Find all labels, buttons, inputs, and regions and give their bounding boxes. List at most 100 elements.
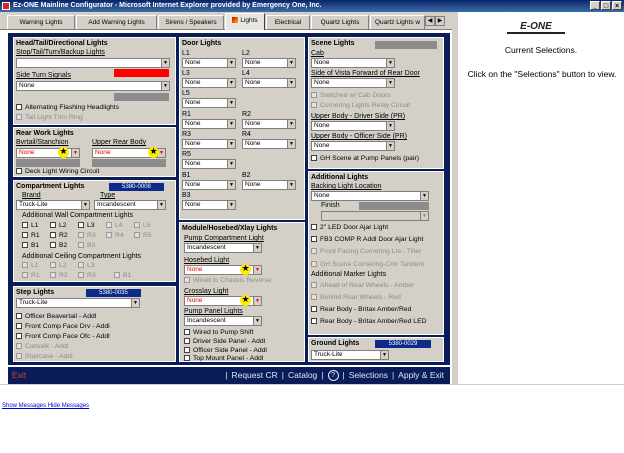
- door-lights-panel: Door Lights L1 L2 None ▼ None ▼ L3 L4 None…: [179, 37, 305, 220]
- ceil-r3-checkbox[interactable]: R3: [78, 272, 96, 280]
- upper-drv-select[interactable]: None ▼: [311, 121, 395, 131]
- module-item-checkbox[interactable]: Wired to Pump Shift: [184, 329, 253, 337]
- wall-b1-checkbox[interactable]: B1: [22, 242, 39, 250]
- wall-r3-checkbox[interactable]: R3: [78, 232, 96, 240]
- brand-select[interactable]: Truck-Lite ▼: [16, 200, 90, 210]
- door-b2-select[interactable]: None ▼: [242, 180, 296, 190]
- tab-scroll-left-button[interactable]: ◀: [425, 16, 435, 26]
- marker-item-checkbox[interactable]: Rear Body - Britax Amber/Red: [311, 306, 411, 314]
- door-l2-select[interactable]: None ▼: [242, 58, 296, 68]
- tab-scroll-right-button[interactable]: ▶: [435, 16, 445, 26]
- ceil-b1-checkbox[interactable]: B1: [114, 272, 131, 280]
- wall-l1-checkbox[interactable]: L1: [22, 222, 39, 230]
- ceil-l1-checkbox[interactable]: L1: [22, 262, 39, 270]
- tab-warning-lights[interactable]: Warning Lights: [7, 15, 75, 29]
- tab-add-warning-lights[interactable]: Add Warning Lights: [76, 15, 157, 29]
- module-item-checkbox[interactable]: Driver Side Panel - Addl: [184, 338, 265, 346]
- cab-select[interactable]: None ▼: [311, 58, 395, 68]
- additional-item-checkbox[interactable]: FB3 COMP R Addl Door Ajar Light: [311, 236, 423, 244]
- finish-bar: [359, 202, 429, 210]
- backing-select[interactable]: None ▼: [311, 191, 429, 201]
- catalog-link[interactable]: Catalog: [288, 367, 317, 384]
- finish-select[interactable]: ▼: [321, 211, 429, 221]
- wall-b2-checkbox[interactable]: B2: [50, 242, 67, 250]
- ceil-r1-checkbox[interactable]: R1: [22, 272, 40, 280]
- door-r2-select[interactable]: None ▼: [242, 119, 296, 129]
- door-l3-select[interactable]: None ▼: [182, 78, 236, 88]
- additional-item-label: GH Scene Cornering-Cntr Tandem: [320, 261, 425, 268]
- tab-quartz-lights[interactable]: Quartz Lights: [311, 15, 369, 29]
- deck-light-checkbox[interactable]: Deck Light Wiring Circuit: [16, 168, 99, 176]
- exit-link[interactable]: Exit: [12, 367, 26, 384]
- additional-item-checkbox[interactable]: GH Scene Cornering-Cntr Tandem: [311, 261, 424, 269]
- show-messages-link[interactable]: Show Messages: [2, 403, 46, 409]
- step-lights-select[interactable]: Truck-Lite ▼: [16, 298, 140, 308]
- tab-sirens-speakers[interactable]: Sirens / Speakers: [158, 15, 224, 29]
- gh-scene-checkbox[interactable]: GH Scene at Pump Panels (pair): [311, 155, 419, 163]
- wall-l2-checkbox[interactable]: L2: [50, 222, 67, 230]
- bvrtail-select[interactable]: None ▼: [16, 148, 80, 158]
- wall-r4-checkbox[interactable]: R4: [106, 232, 124, 240]
- step-item-checkbox[interactable]: Staircase - Addl: [16, 353, 73, 361]
- cornering-relay-checkbox[interactable]: Cornering Lights Relay Circuit: [311, 102, 410, 110]
- apply-exit-link[interactable]: Apply & Exit: [398, 367, 444, 384]
- ground-lights-select[interactable]: Truck-Lite ▼: [311, 350, 389, 360]
- ceil-l3-checkbox[interactable]: L3: [78, 262, 95, 270]
- step-item-checkbox[interactable]: Front Comp Face Ofc - Addl: [16, 333, 110, 341]
- wired-chassis-checkbox[interactable]: Wired to Chassis Reverse: [184, 277, 272, 285]
- step-item-checkbox[interactable]: Front Comp Face Drv - Addl: [16, 323, 110, 331]
- door-r5-select[interactable]: None ▼: [182, 159, 236, 169]
- door-r1-select[interactable]: None ▼: [182, 119, 236, 129]
- help-icon[interactable]: ?: [327, 370, 339, 381]
- wall-b3-checkbox[interactable]: B3: [78, 242, 95, 250]
- step-item-checkbox[interactable]: Catwalk - Addl: [16, 343, 68, 351]
- wall-r5-checkbox[interactable]: R5: [134, 232, 152, 240]
- chevron-down-icon: ▼: [161, 59, 169, 67]
- marker-item-checkbox[interactable]: Ahead of Rear Wheels - Amber: [311, 282, 414, 290]
- door-r4-select[interactable]: None ▼: [242, 139, 296, 149]
- stop-tail-select[interactable]: ▼: [16, 58, 170, 68]
- module-item-checkbox[interactable]: Officer Side Panel - Addl: [184, 347, 267, 355]
- door-b1-select[interactable]: None ▼: [182, 180, 236, 190]
- tail-trim-checkbox[interactable]: Tail Light Trim Ring: [16, 114, 83, 122]
- alt-flash-checkbox[interactable]: Alternating Flashing Headlights: [16, 104, 119, 112]
- tab-electrical[interactable]: Electrical: [266, 15, 310, 29]
- close-button[interactable]: ×: [612, 1, 622, 10]
- hide-messages-link[interactable]: Hide Messages: [48, 403, 89, 409]
- side-turn-select[interactable]: None ▼: [16, 81, 170, 91]
- selections-link[interactable]: Selections: [349, 367, 388, 384]
- wall-r1-checkbox[interactable]: R1: [22, 232, 40, 240]
- upper-ofc-select[interactable]: None ▼: [311, 141, 395, 151]
- door-l1-select[interactable]: None ▼: [182, 58, 236, 68]
- marker-item-checkbox[interactable]: Behind Rear Wheels - Red: [311, 294, 401, 302]
- tab-lights[interactable]: Lights: [225, 13, 265, 30]
- door-l4-select[interactable]: None ▼: [242, 78, 296, 88]
- type-select[interactable]: Incandescent ▼: [94, 200, 166, 210]
- pump-panel-select[interactable]: Incandescent ▼: [184, 316, 262, 326]
- door-l5-select[interactable]: None ▼: [182, 98, 236, 108]
- side-vista-select[interactable]: None ▼: [311, 78, 395, 88]
- ceil-l2-checkbox[interactable]: L2: [50, 262, 67, 270]
- minimize-button[interactable]: _: [590, 1, 600, 10]
- maximize-button[interactable]: □: [601, 1, 611, 10]
- additional-item-checkbox[interactable]: Front Facing Cornering Lts - Tiller: [311, 248, 421, 256]
- door-r3-select[interactable]: None ▼: [182, 139, 236, 149]
- wall-l3-checkbox[interactable]: L3: [78, 222, 95, 230]
- marker-item-checkbox[interactable]: Rear Body - Britax Amber/Red LED: [311, 318, 427, 326]
- hosebed-value: None: [187, 266, 203, 273]
- step-item-checkbox[interactable]: Officer Beavertail - Addl: [16, 313, 96, 321]
- door-b3-select[interactable]: None ▼: [182, 200, 236, 210]
- ceil-r2-checkbox[interactable]: R2: [50, 272, 68, 280]
- door-value: None: [185, 120, 201, 127]
- module-item-checkbox[interactable]: Top Mount Panel - Addl: [184, 355, 263, 363]
- door-l5-label: L5: [182, 90, 190, 97]
- additional-item-checkbox[interactable]: 2" LED Door Ajar Light: [311, 224, 388, 232]
- chevron-down-icon: ▼: [386, 79, 394, 87]
- request-cr-link[interactable]: Request CR: [231, 367, 277, 384]
- switched-doors-checkbox[interactable]: Switched w/ Cab Doors: [311, 92, 391, 100]
- wall-r2-checkbox[interactable]: R2: [50, 232, 68, 240]
- wall-l5-checkbox[interactable]: L5: [134, 222, 151, 230]
- pump-comp-select[interactable]: Incandescent ▼: [184, 243, 262, 253]
- tab-quartz-lights-w[interactable]: Quartz Lights w: [370, 15, 425, 29]
- wall-l4-checkbox[interactable]: L4: [106, 222, 123, 230]
